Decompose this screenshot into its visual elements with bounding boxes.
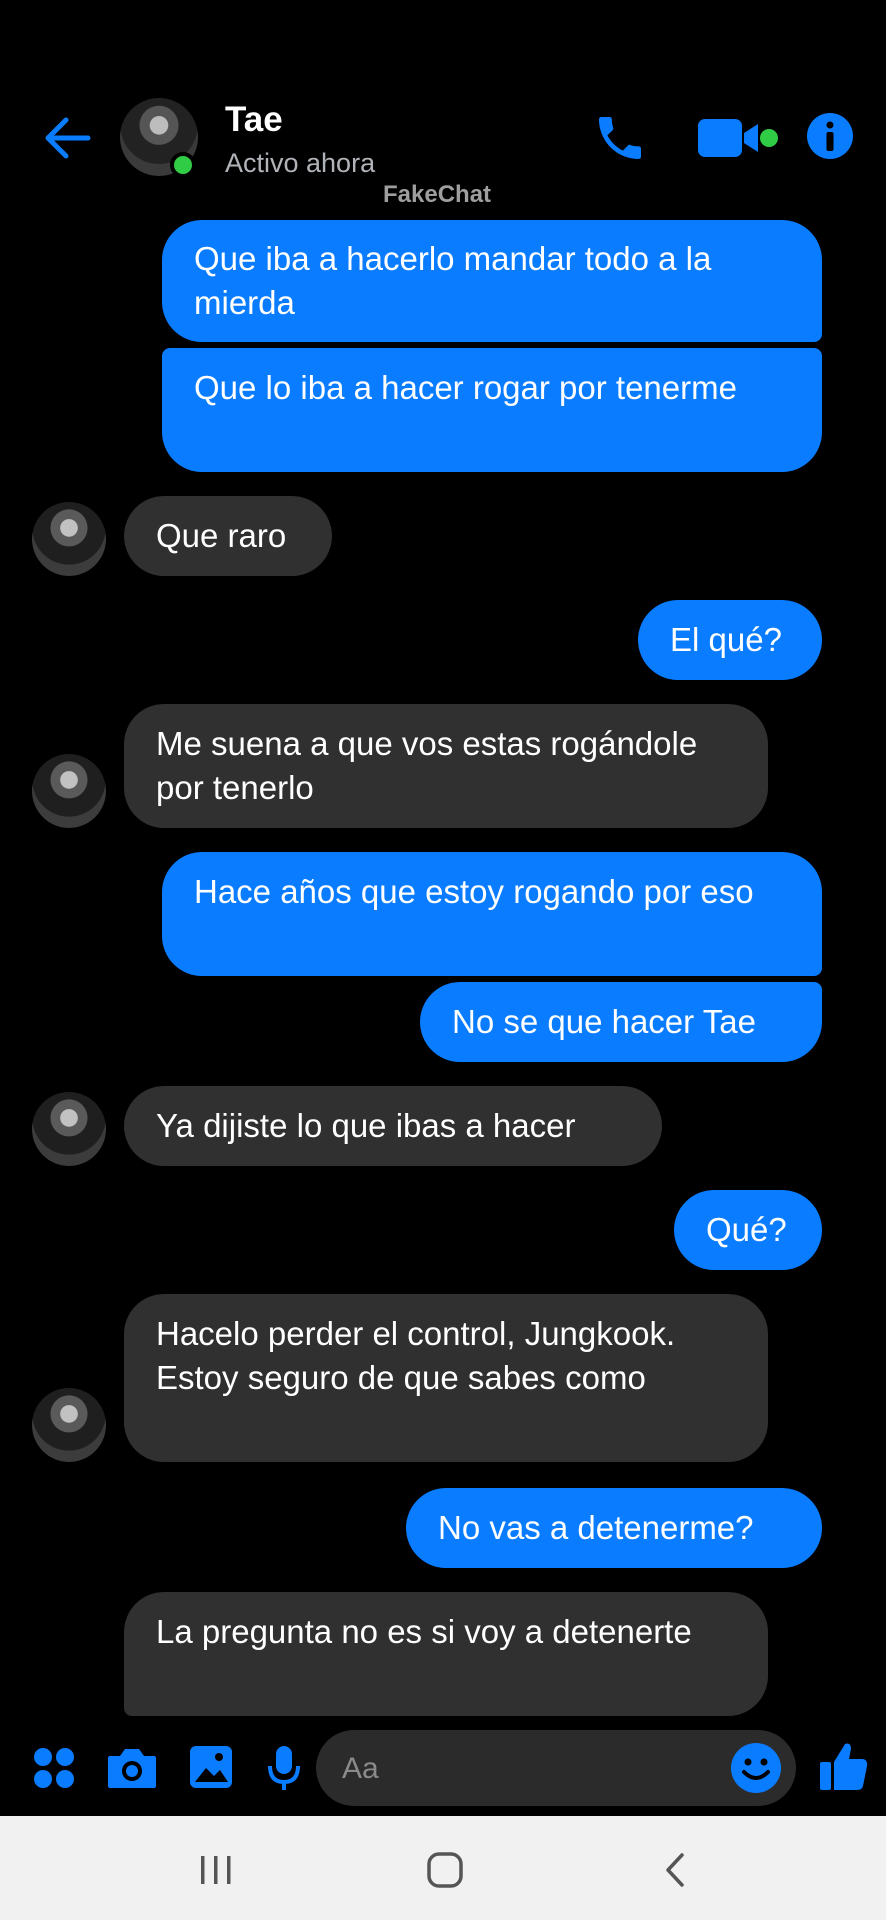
chat-header: Tae Activo ahora FakeChat	[0, 0, 886, 215]
message-outgoing[interactable]: Qué?	[674, 1190, 822, 1270]
online-indicator	[170, 152, 196, 178]
message-input[interactable]	[316, 1730, 796, 1806]
message-outgoing[interactable]: Que lo iba a hacer rogar por tenerme	[162, 348, 822, 472]
thumbs-up-icon[interactable]	[818, 1740, 870, 1792]
system-navigation-bar	[0, 1816, 886, 1920]
message-incoming[interactable]: La pregunta no es si voy a detenerte	[124, 1592, 768, 1716]
message-incoming[interactable]: Que raro	[124, 496, 332, 576]
video-camera-icon[interactable]	[696, 115, 782, 161]
contact-avatar-small[interactable]	[32, 754, 106, 828]
message-outgoing[interactable]: Hace años que estoy rogando por eso	[162, 852, 822, 976]
apps-icon[interactable]	[32, 1746, 76, 1790]
contact-avatar-small[interactable]	[32, 1092, 106, 1166]
back-arrow-icon[interactable]	[38, 108, 98, 168]
info-icon[interactable]	[806, 112, 854, 160]
message-incoming[interactable]: Ya dijiste lo que ibas a hacer	[124, 1086, 662, 1166]
camera-icon[interactable]	[106, 1746, 158, 1790]
phone-icon[interactable]	[592, 110, 648, 166]
microphone-icon[interactable]	[266, 1744, 302, 1792]
contact-name[interactable]: Tae	[225, 100, 283, 140]
recent-apps-icon[interactable]	[196, 1850, 236, 1890]
watermark: FakeChat	[383, 181, 492, 208]
contact-status: Activo ahora	[225, 148, 376, 178]
nav-back-icon[interactable]	[656, 1850, 696, 1890]
contact-avatar-small[interactable]	[32, 1388, 106, 1462]
emoji-icon[interactable]	[730, 1742, 782, 1794]
gallery-icon[interactable]	[188, 1744, 234, 1790]
message-incoming[interactable]: Me suena a que vos estas rogándole por t…	[124, 704, 768, 828]
message-outgoing[interactable]: No se que hacer Tae	[420, 982, 822, 1062]
message-outgoing[interactable]: El qué?	[638, 600, 822, 680]
home-icon[interactable]	[425, 1850, 465, 1890]
message-outgoing[interactable]: Que iba a hacerlo mandar todo a la mierd…	[162, 220, 822, 342]
message-incoming[interactable]: Hacelo perder el control, Jungkook. Esto…	[124, 1294, 768, 1462]
message-outgoing[interactable]: No vas a detenerme?	[406, 1488, 822, 1568]
message-input-placeholder: Aa	[342, 1752, 379, 1785]
contact-avatar-small[interactable]	[32, 502, 106, 576]
